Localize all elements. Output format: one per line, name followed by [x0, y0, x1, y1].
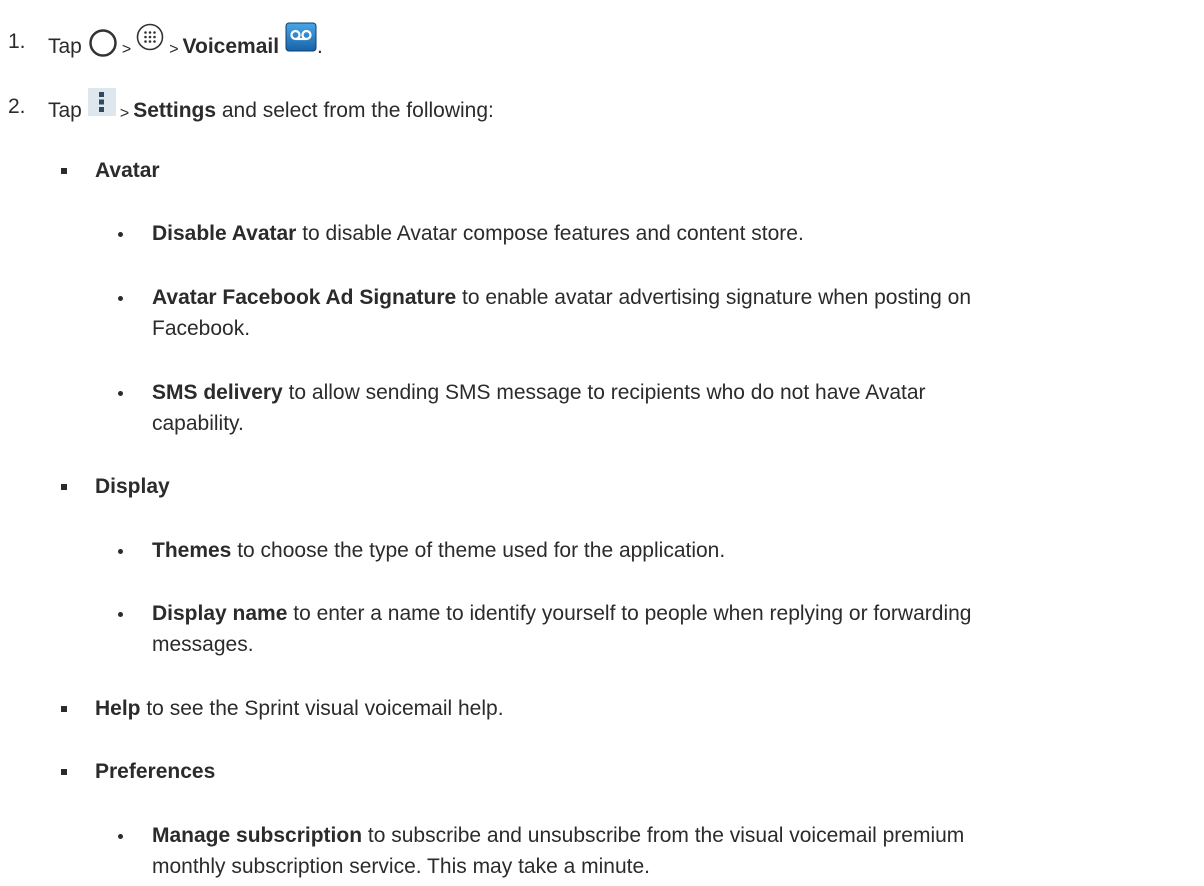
dot-bullet — [118, 612, 123, 617]
help-bold: Help — [95, 697, 141, 720]
item-desc-cont: capability. — [152, 412, 244, 435]
section-title-display: Display — [95, 475, 170, 498]
step-1-period: . — [317, 35, 323, 58]
help-text: Help to see the Sprint visual voicemail … — [95, 695, 504, 723]
item-desc-cont: messages. — [152, 633, 254, 656]
item-text: Avatar Facebook Ad Signature to enable a… — [152, 284, 971, 312]
item-text: SMS delivery to allow sending SMS messag… — [152, 379, 926, 407]
step-1-tap: Tap — [48, 35, 82, 58]
menu-dots-icon — [87, 88, 116, 124]
item-text: Themes to choose the type of theme used … — [152, 537, 725, 565]
item-desc: to allow sending SMS message to recipien… — [282, 381, 926, 404]
item-desc: to choose the type of theme used for the… — [231, 539, 726, 562]
item-desc: to disable Avatar compose features and c… — [296, 222, 804, 245]
step-2-tap: Tap — [48, 99, 82, 122]
step-2-text: Tap > Settings and select from the follo… — [48, 88, 494, 129]
step-2-separator: > — [119, 105, 130, 122]
step-1-separator-2: > — [169, 41, 179, 58]
item-bold: Display name — [152, 602, 288, 625]
step-1-text: Tap > > Voicemail . — [48, 22, 323, 66]
item-text: Disable Avatar to disable Avatar compose… — [152, 220, 804, 248]
item-desc-cont: monthly subscription service. This may t… — [152, 855, 650, 878]
step-2-rest: and select from the following: — [216, 99, 494, 122]
item-bold: Avatar Facebook Ad Signature — [152, 286, 457, 309]
voicemail-label: Voicemail — [182, 35, 280, 58]
item-desc-cont: Facebook. — [152, 317, 251, 340]
dot-bullet — [118, 232, 123, 237]
item-text: Display name to enter a name to identify… — [152, 600, 971, 628]
item-desc: to enable avatar advertising signature w… — [456, 286, 972, 309]
help-desc: to see the Sprint visual voicemail help. — [140, 697, 504, 720]
square-bullet — [61, 168, 67, 174]
item-text: Manage subscription to subscribe and uns… — [152, 822, 964, 850]
settings-label: Settings — [133, 99, 217, 122]
step-2-number: 2. — [8, 95, 26, 118]
apps-grid-icon — [135, 22, 165, 60]
item-desc: to subscribe and unsubscribe from the vi… — [362, 824, 965, 847]
dot-bullet — [118, 391, 123, 396]
item-bold: Themes — [152, 539, 232, 562]
dot-bullet — [118, 834, 123, 839]
item-bold: Manage subscription — [152, 824, 363, 847]
square-bullet — [61, 484, 67, 490]
item-desc: to enter a name to identify yourself to … — [287, 602, 972, 625]
home-circle-icon — [88, 28, 118, 66]
voicemail-app-icon — [285, 22, 317, 60]
dot-bullet — [118, 296, 123, 301]
section-title-preferences: Preferences — [95, 760, 216, 783]
step-1-separator-1: > — [121, 41, 132, 58]
square-bullet — [61, 769, 67, 775]
square-bullet — [61, 706, 67, 712]
dot-bullet — [118, 549, 123, 554]
step-1-number: 1. — [8, 30, 26, 53]
section-title-avatar: Avatar — [95, 159, 160, 182]
item-bold: Disable Avatar — [152, 222, 297, 245]
item-bold: SMS delivery — [152, 381, 283, 404]
